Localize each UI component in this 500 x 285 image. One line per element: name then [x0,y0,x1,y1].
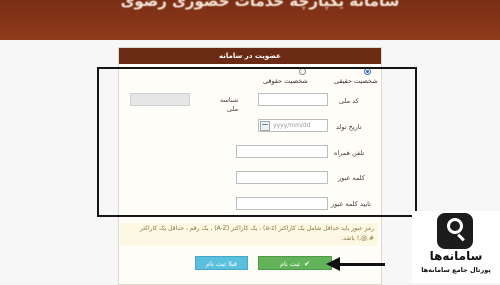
arrow-annotation-line [340,263,385,266]
submit-button-label: ثبت نام [280,260,301,268]
panel-header: عضویت در سامانه [119,48,381,64]
top-banner: سامانه یکپارچه خدمات حضوری رضوی [0,0,500,40]
logo-title: سامانه‌ها [429,249,483,263]
highlight-frame [97,67,417,217]
already-registered-button[interactable]: قبلا ثبت نام [195,256,248,270]
check-icon: ✔ [304,260,310,268]
arrow-annotation-head [326,257,340,271]
password-hint-alert: رمز عبور باید حداقل شامل یک کاراکتر (a-z… [120,223,378,246]
logo-subtitle: پورتال جامع سامانه‌ها [421,266,491,274]
banner-title: سامانه یکپارچه خدمات حضوری رضوی [120,0,400,10]
submit-button[interactable]: ثبت نام ✔ [258,256,332,270]
magnifier-icon [447,218,463,234]
